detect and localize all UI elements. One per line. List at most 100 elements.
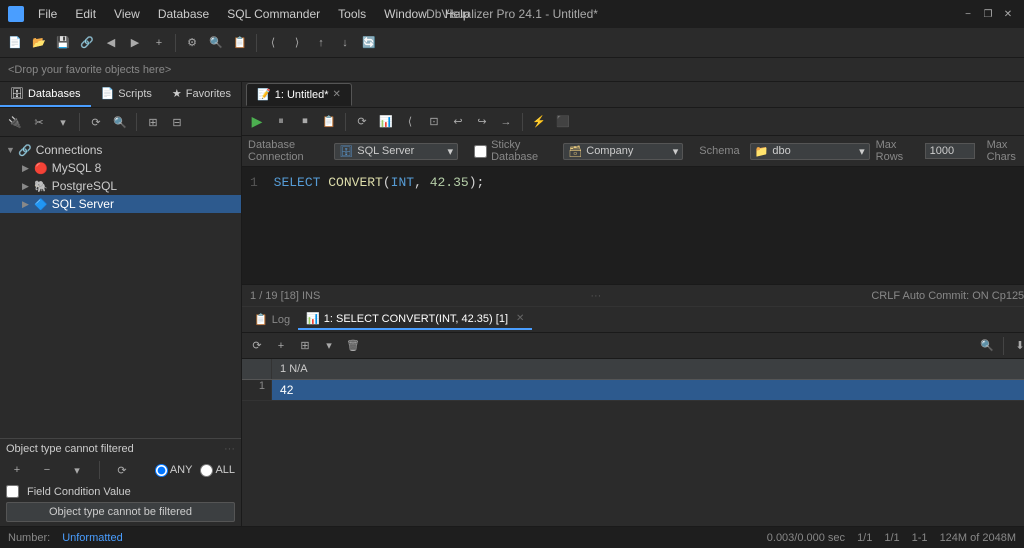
filter-button[interactable]: Object type cannot be filtered (6, 502, 235, 522)
results-tb-search[interactable]: 🔍 (976, 335, 998, 357)
radio-all-label[interactable]: ALL (200, 464, 235, 477)
left-toolbar-dropdown[interactable]: ▾ (52, 111, 74, 133)
number-format-value[interactable]: Unformatted (62, 532, 123, 544)
toolbar-btn7[interactable]: + (148, 32, 170, 54)
toolbar-btn13[interactable]: ↑ (310, 32, 332, 54)
radio-all[interactable] (200, 464, 213, 477)
toolbar-btn14[interactable]: ↓ (334, 32, 356, 54)
toolbar-q-btn4[interactable]: ⟳ (351, 111, 373, 133)
toolbar-btn9[interactable]: 🔍 (205, 32, 227, 54)
filter-remove-btn[interactable]: − (36, 459, 58, 481)
toolbar-save[interactable]: 💾 (52, 32, 74, 54)
toolbar-btn8[interactable]: ⚙ (181, 32, 203, 54)
run-button[interactable]: ▶ (246, 111, 268, 133)
results-tb-refresh[interactable]: ⟳ (246, 335, 268, 357)
menu-sql-commander[interactable]: SQL Commander (219, 5, 328, 23)
filter-apply-btn[interactable]: ⟳ (111, 459, 133, 481)
tab-favorites[interactable]: ★ Favorites (162, 82, 241, 107)
results-log-tab[interactable]: 📋 Log (246, 310, 298, 329)
results-grid: 1 N/A 1 42 (242, 359, 1024, 526)
conn-select-value: SQL Server (357, 145, 414, 157)
toolbar-btn12[interactable]: ⟩ (286, 32, 308, 54)
menu-tools[interactable]: Tools (330, 5, 374, 23)
radio-any-label[interactable]: ANY (155, 464, 193, 477)
grid-row-1[interactable]: 1 42 (242, 380, 1024, 401)
connection-select[interactable]: 🗄 SQL Server ▾ (334, 143, 458, 160)
left-toolbar-expand[interactable]: ⊞ (142, 111, 164, 133)
filter-dots[interactable]: ··· (224, 443, 235, 455)
toolbar-btn10[interactable]: 📋 (229, 32, 251, 54)
filter-dropdown-btn[interactable]: ▾ (66, 459, 88, 481)
left-toolbar-connect[interactable]: 🔌 (4, 111, 26, 133)
toolbar-btn11[interactable]: ⟨ (262, 32, 284, 54)
window-title: DbVisualizer Pro 24.1 - Untitled* (426, 7, 598, 21)
sql-comma: , (414, 175, 430, 190)
menu-database[interactable]: Database (150, 5, 217, 23)
pos3-value: 1-1 (912, 532, 928, 544)
grid-cell-1-1[interactable]: 42 (272, 380, 1024, 400)
menu-file[interactable]: File (30, 5, 65, 23)
sql-number-value: 42.35 (430, 175, 469, 190)
results-tb-delete[interactable]: 🗑 (342, 335, 364, 357)
results-tb-grid[interactable]: ⊞ (294, 335, 316, 357)
results-tb-dropdown[interactable]: ▾ (318, 335, 340, 357)
menu-edit[interactable]: Edit (67, 5, 104, 23)
toolbar-q-btn9[interactable]: ↪ (471, 111, 493, 133)
field-condition-label: Field Condition Value (27, 486, 131, 498)
toolbar-btn6[interactable]: ▶ (124, 32, 146, 54)
toolbar-q-btn11[interactable]: ⚡ (528, 111, 550, 133)
maximize-button[interactable]: ❐ (980, 6, 996, 22)
editor-status-right: CRLF Auto Commit: ON Cp1252 Untitled* (871, 290, 1024, 302)
field-condition-checkbox[interactable] (6, 485, 19, 498)
filter-add-btn[interactable]: + (6, 459, 28, 481)
left-toolbar-disconnect[interactable]: ✂ (28, 111, 50, 133)
pos2-value: 1/1 (884, 532, 899, 544)
untitled-tab-close[interactable]: ✕ (333, 89, 341, 100)
left-toolbar-filter[interactable]: 🔍 (109, 111, 131, 133)
result-tab-close[interactable]: ✕ (516, 313, 524, 324)
sql-paren-open: ( (383, 175, 391, 190)
pause-button[interactable]: ⏸ (270, 111, 292, 133)
grid-rownum-header (242, 359, 272, 379)
tab-untitled[interactable]: 📝 1: Untitled* ✕ (246, 83, 352, 106)
mysql-icon: 🔴 (34, 162, 48, 175)
stop-button[interactable]: ⏹ (294, 111, 316, 133)
results-tb-export[interactable]: ⬇ (1009, 335, 1024, 357)
toolbar-btn4[interactable]: 🔗 (76, 32, 98, 54)
results-tb-add[interactable]: + (270, 335, 292, 357)
toolbar-q-btn5[interactable]: 📊 (375, 111, 397, 133)
tab-databases[interactable]: 🗄 Databases (0, 82, 91, 107)
q-sep1 (345, 113, 346, 131)
filter-area: Object type cannot filtered ··· + − ▾ ⟳ … (0, 438, 241, 526)
toolbar-q-btn6[interactable]: ⟨ (399, 111, 421, 133)
toolbar-q-btn10[interactable]: → (495, 111, 517, 133)
close-button[interactable]: ✕ (1000, 6, 1016, 22)
menu-view[interactable]: View (106, 5, 148, 23)
maxrows-input[interactable] (925, 143, 975, 159)
left-toolbar-refresh[interactable]: ⟳ (85, 111, 107, 133)
toolbar-new[interactable]: 📄 (4, 32, 26, 54)
editor-status-dots[interactable]: ··· (590, 290, 601, 302)
tab-scripts[interactable]: 📄 Scripts (91, 82, 162, 107)
tree-postgresql[interactable]: ▶ 🐘 PostgreSQL (0, 177, 241, 195)
radio-any[interactable] (155, 464, 168, 477)
results-data-tab[interactable]: 📊 1: SELECT CONVERT(INT, 42.35) [1] ✕ (298, 309, 532, 330)
untitled-tab-label: 1: Untitled* (275, 89, 329, 101)
toolbar-q-btn12[interactable]: ⬛ (552, 111, 574, 133)
toolbar-btn15[interactable]: 🔄 (358, 32, 380, 54)
tree-sqlserver[interactable]: ▶ 🔷 SQL Server (0, 195, 241, 213)
editor-status-bar: 1 / 19 [18] INS ··· CRLF Auto Commit: ON… (242, 284, 1024, 306)
toolbar-q-btn8[interactable]: ↩ (447, 111, 469, 133)
schema-select[interactable]: 📁 dbo ▾ (750, 143, 870, 160)
sticky-db-checkbox[interactable] (474, 145, 487, 158)
toolbar-q-btn3[interactable]: 📋 (318, 111, 340, 133)
pos1-value: 1/1 (857, 532, 872, 544)
database-select[interactable]: 🗃 Company ▾ (563, 143, 683, 160)
sql-editor[interactable]: 1 SELECT CONVERT(INT, 42.35); (242, 167, 1024, 284)
toolbar-btn5[interactable]: ◀ (100, 32, 122, 54)
minimize-button[interactable]: − (960, 6, 976, 22)
toolbar-q-btn7[interactable]: ⊡ (423, 111, 445, 133)
tree-mysql[interactable]: ▶ 🔴 MySQL 8 (0, 159, 241, 177)
left-toolbar-collapse[interactable]: ⊟ (166, 111, 188, 133)
toolbar-open[interactable]: 📂 (28, 32, 50, 54)
